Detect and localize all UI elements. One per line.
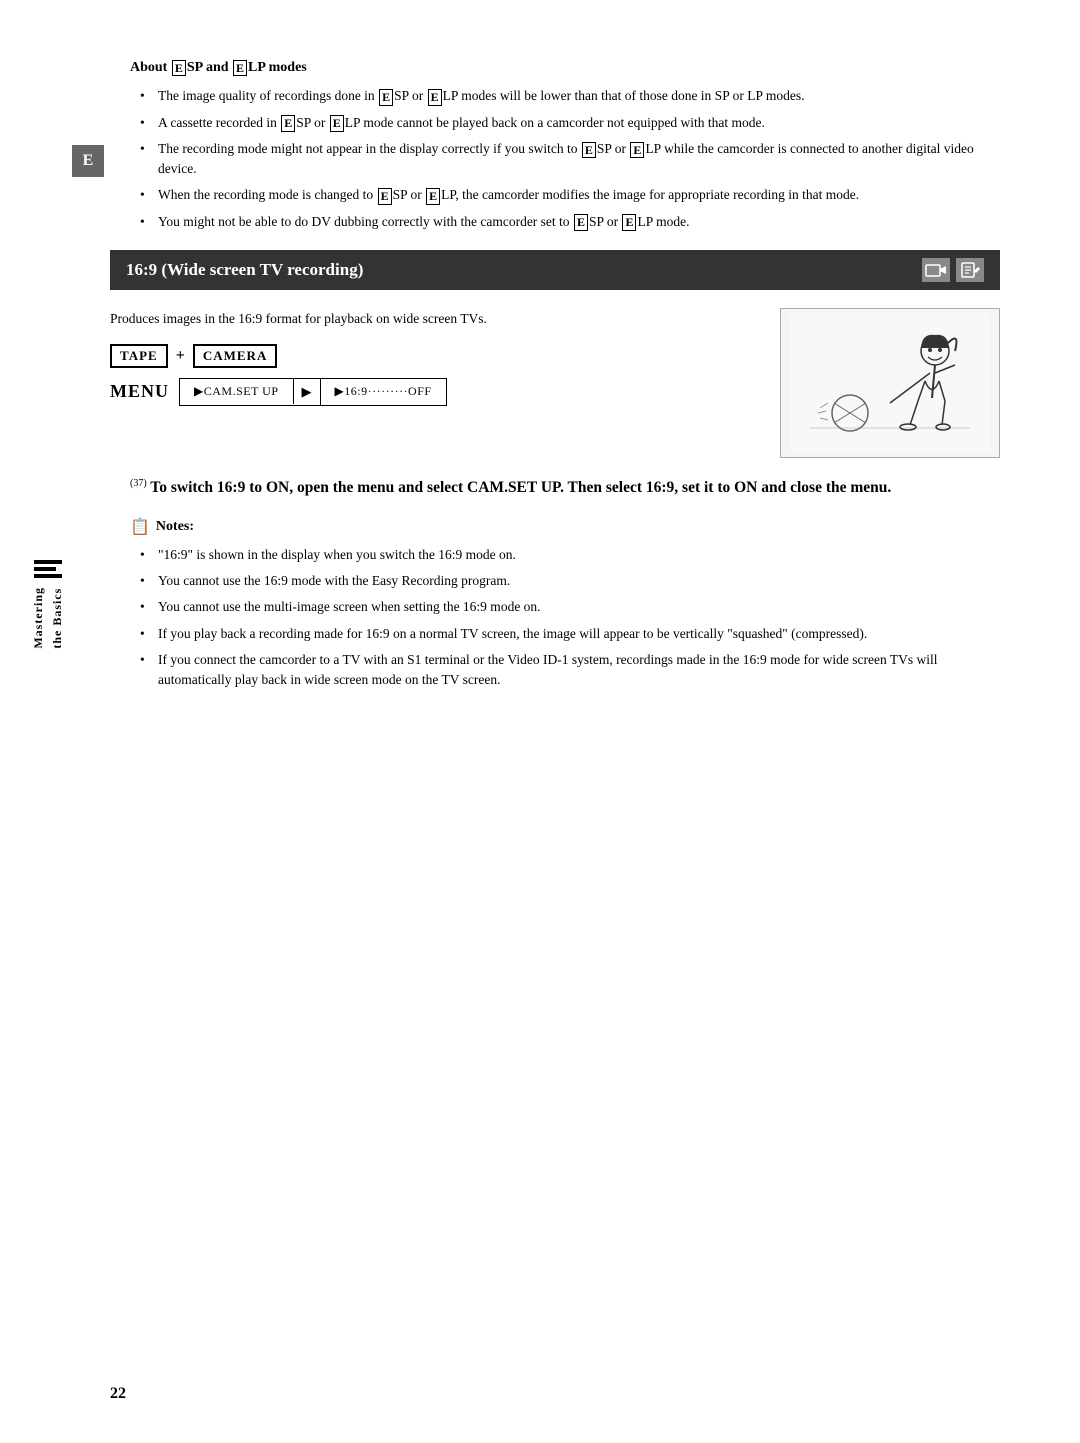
esp-inline-5: E xyxy=(574,214,588,230)
note-item-5: If you connect the camcorder to a TV wit… xyxy=(140,650,1000,691)
about-heading: About ESP and ELP modes xyxy=(130,60,1000,76)
elp-inline-5: E xyxy=(622,214,636,230)
e-lp-icon: E xyxy=(233,60,247,76)
page-number: 22 xyxy=(110,1385,126,1403)
main-instruction: (37) To switch 16:9 to ON, open the menu… xyxy=(130,476,1000,501)
elp-inline-3: E xyxy=(630,142,644,158)
wide-screen-bar-icons xyxy=(922,258,984,282)
note-item-3: You cannot use the multi-image screen wh… xyxy=(140,597,1000,617)
ref-number: (37) xyxy=(130,478,147,489)
pencil-icon xyxy=(956,258,984,282)
about-bullet-list: The image quality of recordings done in … xyxy=(140,86,1000,232)
sidebar-line-3 xyxy=(34,574,62,578)
elp-inline-1: E xyxy=(428,89,442,105)
two-col-section: Produces images in the 16:9 format for p… xyxy=(110,308,1000,458)
menu-path: ▶CAM.SET UP ▶ ▶16:9·········OFF xyxy=(179,378,447,406)
page: E Mastering the Basics About ESP and ELP… xyxy=(0,0,1080,1443)
notes-icon: 📋 xyxy=(130,517,150,537)
plus-sign: + xyxy=(176,347,185,365)
sidebar-text-basics: the Basics xyxy=(50,587,65,649)
camera-label: CAMERA xyxy=(193,344,278,368)
bullet-item-3: The recording mode might not appear in t… xyxy=(140,139,1000,180)
illustration-svg xyxy=(790,313,990,453)
about-heading-text: About ESP and ELP modes xyxy=(130,60,307,75)
notes-bullet-list: "16:9" is shown in the display when you … xyxy=(140,545,1000,691)
about-section: About ESP and ELP modes The image qualit… xyxy=(130,60,1000,232)
esp-inline-4: E xyxy=(378,188,392,204)
notes-heading: 📋 Notes: xyxy=(130,517,1000,537)
note-item-1: "16:9" is shown in the display when you … xyxy=(140,545,1000,565)
instruction-text: To switch 16:9 to ON, open the menu and … xyxy=(150,479,891,496)
wide-screen-title: 16:9 (Wide screen TV recording) xyxy=(126,260,363,280)
tape-label: TAPE xyxy=(110,344,168,368)
e-badge: E xyxy=(72,145,104,177)
notes-heading-text: Notes: xyxy=(156,519,194,535)
bullet-item-1: The image quality of recordings done in … xyxy=(140,86,1000,106)
esp-inline-2: E xyxy=(281,115,295,131)
menu-path-arrow: ▶ xyxy=(294,379,321,405)
sidebar-line-2 xyxy=(34,567,56,571)
esp-inline-3: E xyxy=(582,142,596,158)
note-item-4: If you play back a recording made for 16… xyxy=(140,624,1000,644)
elp-inline-4: E xyxy=(426,188,440,204)
menu-label: MENU xyxy=(110,381,169,402)
camera-icon xyxy=(922,258,950,282)
wide-screen-description: Produces images in the 16:9 format for p… xyxy=(110,308,750,330)
note-item-2: You cannot use the 16:9 mode with the Ea… xyxy=(140,571,1000,591)
tape-camera-row: TAPE + CAMERA xyxy=(110,344,750,368)
wide-screen-bar: 16:9 (Wide screen TV recording) xyxy=(110,250,1000,290)
menu-row: MENU ▶CAM.SET UP ▶ ▶16:9·········OFF xyxy=(110,378,750,406)
wide-screen-description-col: Produces images in the 16:9 format for p… xyxy=(110,308,750,424)
illustration-box xyxy=(780,308,1000,458)
sidebar: Mastering the Basics xyxy=(18,560,78,649)
elp-inline-2: E xyxy=(330,115,344,131)
bullet-item-4: When the recording mode is changed to ES… xyxy=(140,185,1000,205)
menu-path-cam-setup: ▶CAM.SET UP xyxy=(180,379,294,404)
e-sp-icon: E xyxy=(172,60,186,76)
notes-section: 📋 Notes: "16:9" is shown in the display … xyxy=(130,517,1000,691)
sidebar-line-1 xyxy=(34,560,62,564)
bullet-item-5: You might not be able to do DV dubbing c… xyxy=(140,212,1000,232)
bullet-item-2: A cassette recorded in ESP or ELP mode c… xyxy=(140,113,1000,133)
esp-inline-1: E xyxy=(379,89,393,105)
sidebar-text-wrap: Mastering the Basics xyxy=(31,587,65,649)
sidebar-text-mastering: Mastering xyxy=(31,587,46,649)
menu-path-169: ▶16:9·········OFF xyxy=(321,379,446,404)
sidebar-decoration xyxy=(34,560,62,581)
